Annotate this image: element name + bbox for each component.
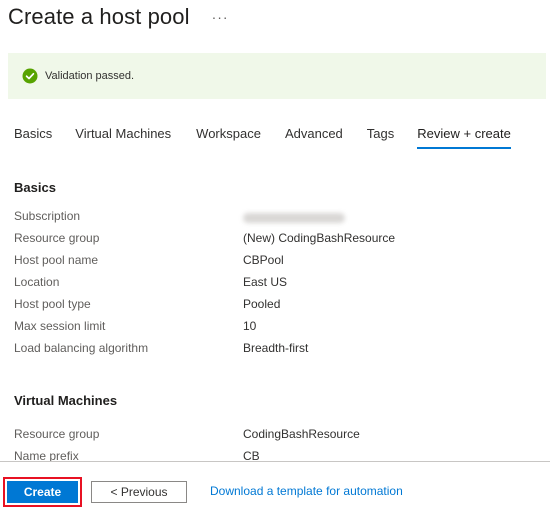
summary-label: Location [14,275,60,289]
title-row: Create a host pool ··· [8,4,229,30]
virtual-machines-section-title: Virtual Machines [14,393,118,408]
summary-row-vm-resource-group: Resource group CodingBashResource [14,427,534,449]
summary-label: Subscription [14,209,81,223]
summary-label: Load balancing algorithm [14,341,149,355]
redacted-value [243,213,345,223]
summary-label: Resource group [14,427,100,441]
basics-section-title: Basics [14,180,56,195]
validation-banner: Validation passed. [8,53,546,99]
summary-value: CBPool [243,253,284,267]
footer-divider [0,461,550,462]
validation-message: Validation passed. [45,70,135,82]
download-template-link[interactable]: Download a template for automation [210,484,403,498]
create-button[interactable]: Create [7,481,78,503]
tab-virtual-machines[interactable]: Virtual Machines [75,126,171,149]
summary-label: Resource group [14,231,100,245]
check-circle-icon [22,68,38,84]
summary-row-host-pool-type: Host pool type Pooled [14,297,534,319]
wizard-tabs: Basics Virtual Machines Workspace Advanc… [14,126,511,149]
summary-label: Host pool type [14,297,91,311]
summary-value: Pooled [243,297,281,311]
summary-row-load-balancing: Load balancing algorithm Breadth-first [14,341,534,363]
tab-advanced[interactable]: Advanced [285,126,343,149]
summary-label: Host pool name [14,253,99,267]
more-options-icon[interactable]: ··· [212,10,229,24]
summary-row-max-session-limit: Max session limit 10 [14,319,534,341]
summary-row-subscription: Subscription [14,209,534,231]
create-host-pool-page: Create a host pool ··· Validation passed… [0,0,550,512]
summary-value: CodingBashResource [243,427,360,441]
tab-basics[interactable]: Basics [14,126,52,149]
summary-row-resource-group: Resource group (New) CodingBashResource [14,231,534,253]
wizard-footer: Create < Previous Download a template fo… [0,462,550,512]
tab-tags[interactable]: Tags [367,126,394,149]
summary-value: (New) CodingBashResource [243,231,396,245]
summary-row-host-pool-name: Host pool name CBPool [14,253,534,275]
summary-value: Breadth-first [243,341,309,355]
tab-review-create[interactable]: Review + create [417,126,511,149]
summary-label: Max session limit [14,319,106,333]
page-title: Create a host pool [8,4,190,29]
summary-value: East US [243,275,288,289]
summary-row-location: Location East US [14,275,534,297]
summary-value: 10 [243,319,257,333]
previous-button[interactable]: < Previous [91,481,187,503]
tab-workspace[interactable]: Workspace [196,126,261,149]
